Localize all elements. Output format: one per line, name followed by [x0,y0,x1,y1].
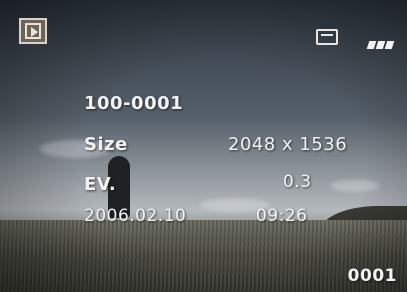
ev-value: 0.3 [283,172,312,192]
ev-label: EV. [84,174,117,195]
memory-card-icon [316,29,338,45]
play-frame [25,23,41,39]
play-triangle [31,27,38,37]
time-display: 09:26 [256,206,308,226]
file-number: 100-0001 [84,93,184,114]
battery-icon [366,34,398,49]
camera-lcd-screen: 100-0001 Size 2048 x 1536 EV. 0.3 2006.0… [0,0,407,292]
size-value: 2048 x 1536 [228,134,348,155]
date-display: 2006.02.10 [84,206,187,226]
size-label: Size [84,134,128,155]
play-icon [19,18,47,44]
image-counter: 0001 [347,266,397,286]
